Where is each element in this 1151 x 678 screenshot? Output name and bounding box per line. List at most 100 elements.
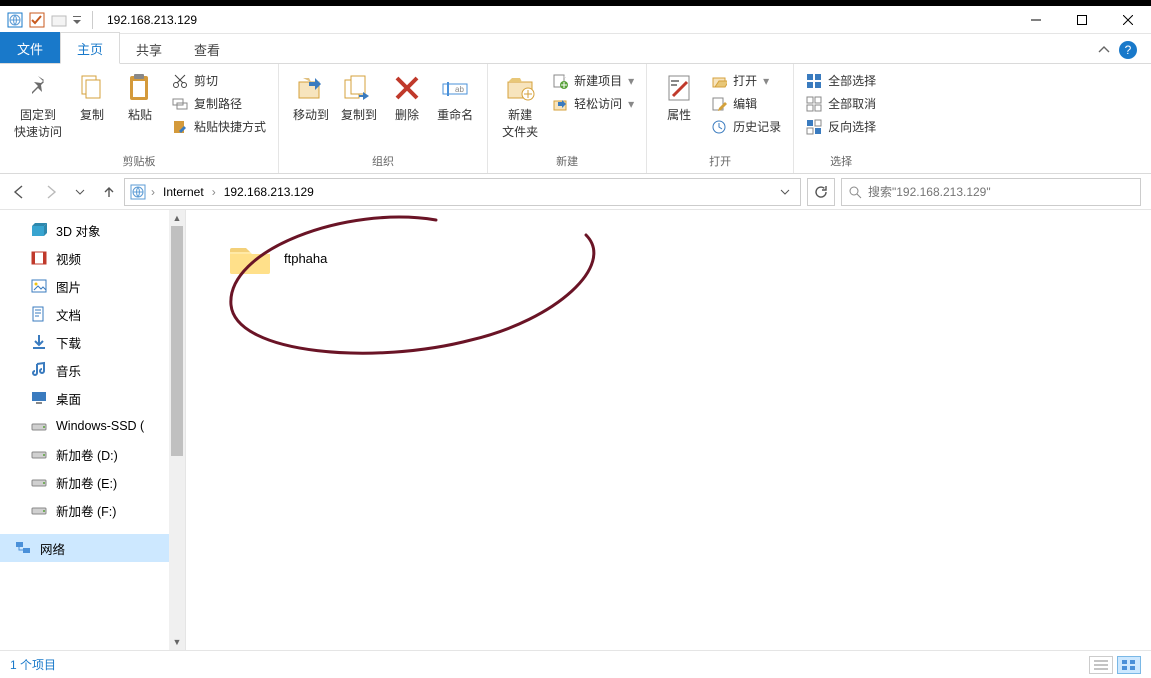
group-new-label: 新建: [556, 151, 578, 173]
sidebar-item[interactable]: 新加卷 (F:): [0, 496, 185, 524]
sidebar-item-icon: [30, 501, 48, 519]
qat-dropdown-icon[interactable]: [72, 11, 82, 29]
sidebar-item[interactable]: 下载: [0, 328, 185, 356]
delete-icon: [391, 72, 423, 104]
shortcut-icon: [172, 119, 188, 135]
sidebar-item[interactable]: 新加卷 (D:): [0, 440, 185, 468]
help-icon[interactable]: ?: [1119, 41, 1137, 59]
moveto-button[interactable]: 移动到: [287, 68, 335, 127]
refresh-button[interactable]: [807, 178, 835, 206]
moveto-icon: [295, 72, 327, 104]
qat-folder-icon[interactable]: [50, 11, 68, 29]
folder-name-label: ftphaha: [284, 251, 327, 266]
sidebar-item-label: 桌面: [56, 389, 81, 408]
collapse-ribbon-icon[interactable]: [1097, 43, 1111, 57]
search-box[interactable]: [841, 178, 1141, 206]
sidebar-scrollbar[interactable]: ▲ ▼: [169, 210, 185, 650]
path-icon: [172, 96, 188, 112]
breadcrumb-box[interactable]: › Internet › 192.168.213.129: [124, 178, 801, 206]
newitem-icon: [552, 73, 568, 89]
history-button[interactable]: 历史记录: [707, 116, 785, 137]
easyaccess-icon: [552, 96, 568, 112]
sidebar-item[interactable]: 桌面: [0, 384, 185, 412]
selectall-button[interactable]: 全部选择: [802, 70, 880, 91]
search-input[interactable]: [868, 185, 1134, 199]
sidebar-item[interactable]: 3D 对象: [0, 216, 185, 244]
edit-button[interactable]: 编辑: [707, 93, 785, 114]
sidebar-item-label: 新加卷 (F:): [56, 501, 116, 520]
minimize-button[interactable]: [1013, 6, 1059, 34]
selectnone-button[interactable]: 全部取消: [802, 93, 880, 114]
nav-recent-button[interactable]: [74, 183, 86, 201]
maximize-button[interactable]: [1059, 6, 1105, 34]
nav-back-button[interactable]: [10, 183, 28, 201]
copyto-icon: [343, 72, 375, 104]
tab-share[interactable]: 共享: [120, 34, 178, 64]
file-list-area[interactable]: ftphaha: [186, 210, 1151, 650]
copy-path-button[interactable]: 复制路径: [168, 93, 270, 114]
sidebar-item[interactable]: 图片: [0, 272, 185, 300]
nav-sidebar: 3D 对象视频图片文档下载音乐桌面 Windows-SSD ( 新加卷 (D:) 新加…: [0, 210, 186, 650]
sidebar-item[interactable]: Windows-SSD (: [0, 412, 185, 440]
sidebar-item-label: Windows-SSD (: [56, 419, 144, 433]
folder-item[interactable]: ftphaha: [218, 232, 398, 284]
cut-button[interactable]: 剪切: [168, 70, 270, 91]
group-organize-label: 组织: [372, 151, 394, 173]
ribbon: 固定到 快速访问 复制 粘贴 剪切 复制路径 粘贴快捷方式 剪贴板 移动到 复制…: [0, 64, 1151, 174]
crumb-leaf[interactable]: 192.168.213.129: [220, 185, 318, 199]
properties-button[interactable]: 属性: [655, 68, 703, 127]
close-button[interactable]: [1105, 6, 1151, 34]
sidebar-item-network[interactable]: 网络: [0, 534, 185, 562]
newfolder-button[interactable]: 新建 文件夹: [496, 68, 544, 144]
sidebar-item-icon: [30, 417, 48, 435]
status-bar: 1 个项目: [0, 650, 1151, 678]
crumb-sep-icon[interactable]: ›: [212, 185, 216, 199]
open-icon: [711, 73, 727, 89]
sidebar-item[interactable]: 新加卷 (E:): [0, 468, 185, 496]
addr-dropdown-icon[interactable]: [774, 187, 796, 197]
open-button[interactable]: 打开 ▾: [707, 70, 785, 91]
network-location-icon: [129, 183, 147, 201]
network-icon: [14, 539, 32, 557]
edit-icon: [711, 96, 727, 112]
crumb-root[interactable]: Internet: [159, 185, 208, 199]
rename-button[interactable]: ab重命名: [431, 68, 479, 127]
address-bar: › Internet › 192.168.213.129: [0, 174, 1151, 210]
tab-file[interactable]: 文件: [0, 32, 60, 63]
sidebar-item-label: 图片: [56, 277, 81, 296]
status-text: 1 个项目: [10, 656, 56, 673]
tab-view[interactable]: 查看: [178, 34, 236, 64]
sidebar-item-label: 3D 对象: [56, 221, 100, 240]
paste-shortcut-button[interactable]: 粘贴快捷方式: [168, 116, 270, 137]
view-icons-button[interactable]: [1117, 656, 1141, 674]
nav-forward-button[interactable]: [42, 183, 60, 201]
sidebar-item-icon: [30, 333, 48, 351]
group-open-label: 打开: [709, 151, 731, 173]
easyaccess-button[interactable]: 轻松访问 ▾: [548, 93, 638, 114]
pin-quickaccess-button[interactable]: 固定到 快速访问: [8, 68, 68, 144]
group-select-label: 选择: [830, 151, 852, 173]
sidebar-item-icon: [30, 445, 48, 463]
sidebar-item[interactable]: 文档: [0, 300, 185, 328]
paste-button[interactable]: 粘贴: [116, 68, 164, 127]
svg-text:ab: ab: [455, 85, 464, 94]
pin-icon: [22, 72, 54, 104]
tab-main[interactable]: 主页: [60, 32, 120, 64]
ribbon-tabs: 文件 主页 共享 查看 ?: [0, 34, 1151, 64]
sidebar-item-label: 文档: [56, 305, 81, 324]
sidebar-item[interactable]: 视频: [0, 244, 185, 272]
invert-button[interactable]: 反向选择: [802, 116, 880, 137]
sidebar-item-label: 音乐: [56, 361, 81, 380]
sidebar-item[interactable]: 音乐: [0, 356, 185, 384]
copyto-button[interactable]: 复制到: [335, 68, 383, 127]
delete-button[interactable]: 删除: [383, 68, 431, 127]
crumb-sep-icon[interactable]: ›: [151, 185, 155, 199]
view-details-button[interactable]: [1089, 656, 1113, 674]
sidebar-item-label: 新加卷 (E:): [56, 473, 117, 492]
newfolder-icon: [504, 72, 536, 104]
newitem-button[interactable]: 新建项目 ▾: [548, 70, 638, 91]
sidebar-item-icon: [30, 389, 48, 407]
copy-button[interactable]: 复制: [68, 68, 116, 127]
selectall-icon: [806, 73, 822, 89]
nav-up-button[interactable]: [100, 183, 118, 201]
